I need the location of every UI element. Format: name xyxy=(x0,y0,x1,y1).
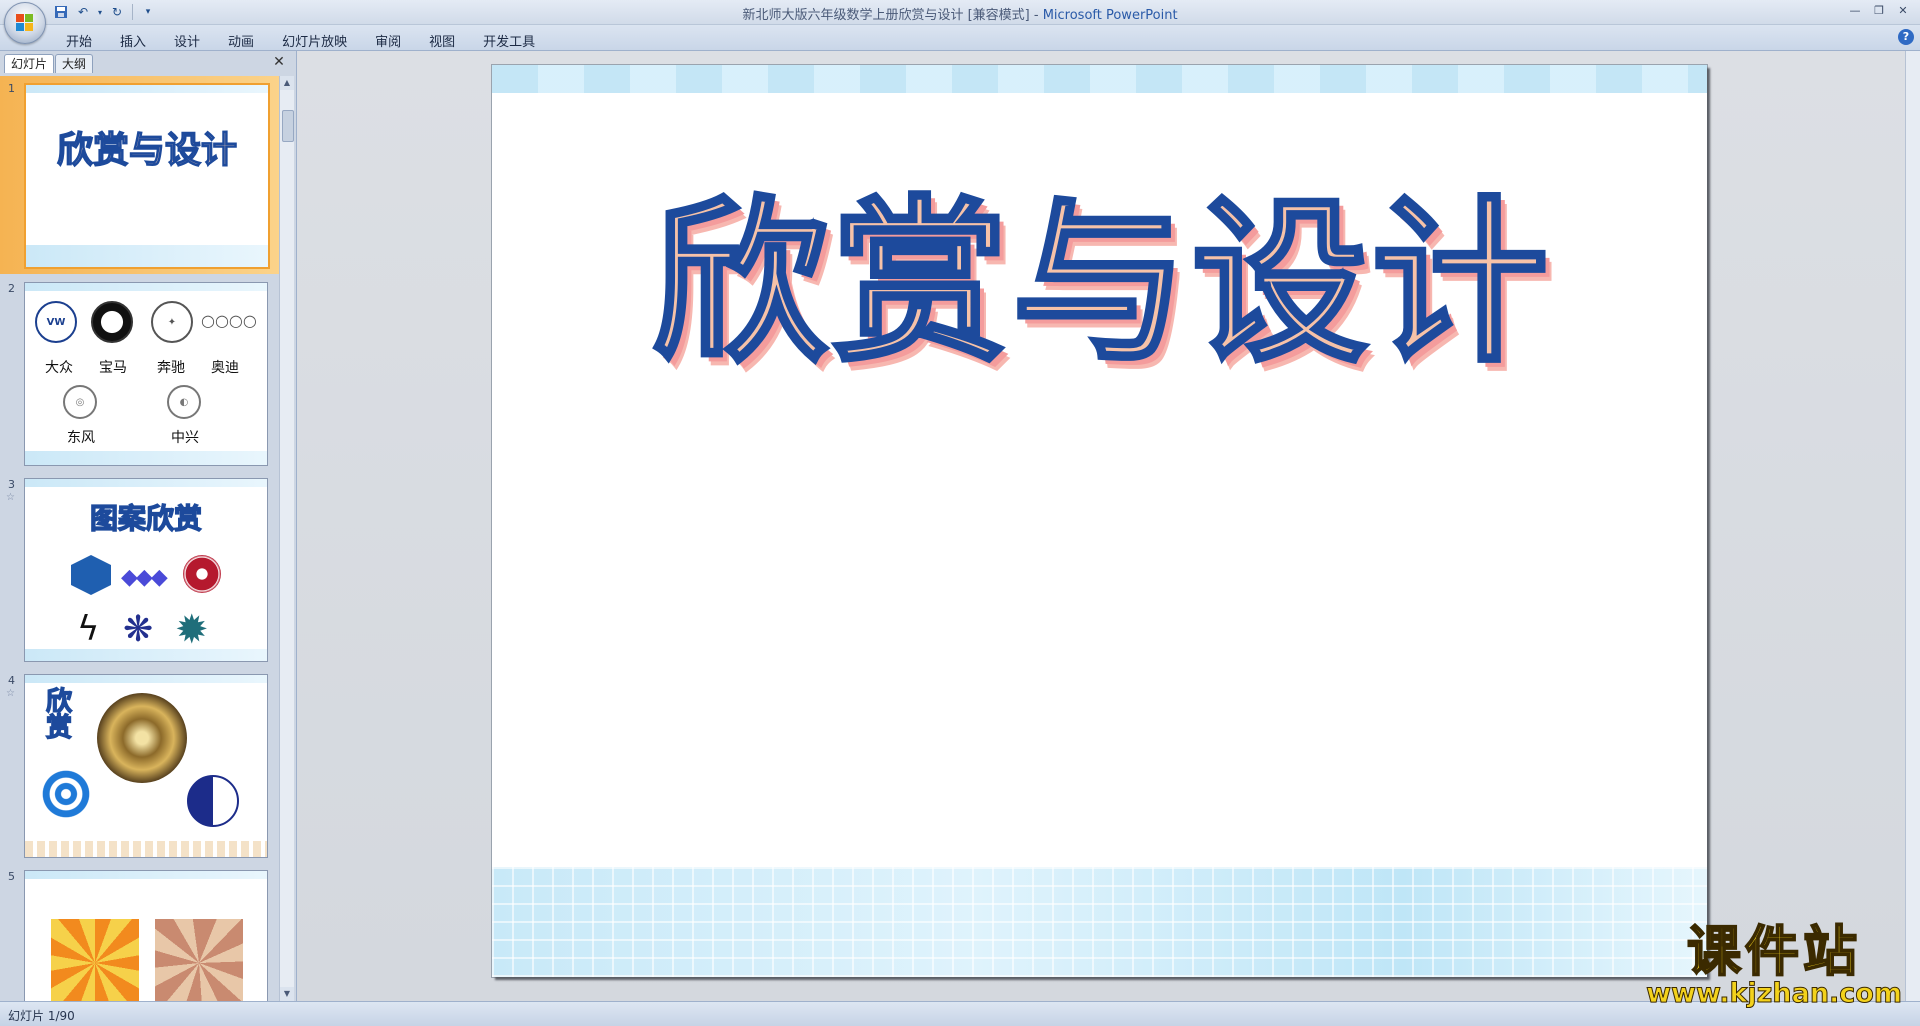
slide-thumbnail-1[interactable]: 欣赏与设计 xyxy=(24,83,270,269)
slide-number: 1 xyxy=(8,82,15,95)
restore-icon[interactable]: ❐ xyxy=(1868,2,1890,18)
zte-logo-icon: ◐ xyxy=(167,385,201,419)
thumb-title: 图案欣赏 xyxy=(89,501,202,535)
thumb-bottom-band xyxy=(25,451,267,465)
thumb-top-band xyxy=(25,871,267,879)
thumb-bottom-band xyxy=(25,649,267,661)
logo-label: 宝马 xyxy=(99,360,127,376)
ribbon-tab-bar: 开始 插入 设计 动画 幻灯片放映 审阅 视图 开发工具 ? xyxy=(0,25,1920,51)
minimize-icon[interactable]: — xyxy=(1844,2,1866,18)
mercedes-logo-icon: ✦ xyxy=(151,301,193,343)
thumb-top-band xyxy=(25,479,267,487)
pattern-tile-image xyxy=(51,919,139,1001)
thumb-title: 欣赏与设计 xyxy=(56,128,237,171)
thumbnail-row-3[interactable]: 3 ☆ 图案欣赏 ◆◆◆ ϟ ❋ ✹ xyxy=(0,472,280,668)
watermark-url: www.kjzhan.com xyxy=(1646,978,1903,1010)
title-separator: - xyxy=(1029,8,1043,23)
slide-thumbnail-5[interactable] xyxy=(24,870,268,1001)
animation-star-icon: ☆ xyxy=(6,492,15,503)
tab-design[interactable]: 设计 xyxy=(160,29,214,52)
thumbnail-row-5[interactable]: 5 xyxy=(0,864,280,1001)
tab-outline[interactable]: 大纲 xyxy=(55,54,94,73)
slide-number: 2 xyxy=(8,282,15,295)
window-controls: — ❐ ✕ xyxy=(1844,2,1914,18)
scroll-thumb[interactable] xyxy=(282,110,294,142)
slide-bottom-band xyxy=(492,867,1707,977)
status-bar: 幻灯片 1/90 xyxy=(0,1001,1920,1026)
thumbnails-scrollbar[interactable]: ▲ ▼ xyxy=(279,76,294,1001)
slide-thumbnail-2[interactable]: VW ✦ ○○○○ 大众 宝马 奔驰 奥迪 ◎ ◐ 东风 中兴 xyxy=(24,282,268,466)
thumbnail-row-4[interactable]: 4 ☆ 欣赏 xyxy=(0,668,280,864)
lightning-icon: ϟ xyxy=(77,609,100,649)
scroll-up-icon[interactable]: ▲ xyxy=(280,76,294,90)
animation-star-icon: ☆ xyxy=(6,688,15,699)
tab-view[interactable]: 视图 xyxy=(415,29,469,52)
tab-slides[interactable]: 幻灯片 xyxy=(4,54,55,73)
help-icon[interactable]: ? xyxy=(1898,29,1914,45)
tab-developer[interactable]: 开发工具 xyxy=(469,29,549,52)
editor-scrollbar[interactable] xyxy=(1905,51,1920,1001)
slide-thumbnails: 1 欣赏与设计 2 VW ✦ ○○○○ 大众 宝马 奔驰 奥迪 ◎ ◐ 东风 中… xyxy=(0,76,280,1001)
thumb-top-band xyxy=(25,675,267,683)
target-pattern-icon xyxy=(39,767,93,821)
thumb-border-strip xyxy=(25,841,267,857)
hex-flower-pattern-icon: ❋ xyxy=(123,609,154,650)
vw-logo-icon: VW xyxy=(35,301,77,343)
window-title: 新北师大版六年级数学上册欣赏与设计 [兼容模式] - Microsoft Pow… xyxy=(0,4,1920,23)
pattern-tile-image xyxy=(155,919,243,1001)
close-icon[interactable]: ✕ xyxy=(1892,2,1914,18)
thumbnail-row-2[interactable]: 2 VW ✦ ○○○○ 大众 宝马 奔驰 奥迪 ◎ ◐ 东风 中兴 xyxy=(0,276,280,472)
slide-number: 4 xyxy=(8,674,15,687)
bmw-logo-icon xyxy=(91,301,133,343)
thumb-title: 欣赏 xyxy=(45,687,72,743)
logo-label: 东风 xyxy=(67,430,95,446)
diamond-pattern-icon: ◆◆◆ xyxy=(121,565,168,590)
slide-number: 5 xyxy=(8,870,15,883)
hexagon-pattern-icon xyxy=(71,555,111,595)
yin-yang-icon xyxy=(187,775,239,827)
mandala-image xyxy=(97,693,187,783)
audi-logo-icon: ○○○○ xyxy=(201,311,257,330)
thumb-top-band xyxy=(26,85,268,93)
tab-animations[interactable]: 动画 xyxy=(214,29,268,52)
thumb-bottom-band xyxy=(26,245,268,267)
thumbnail-row-1[interactable]: 1 欣赏与设计 xyxy=(0,76,280,274)
app-name: Microsoft PowerPoint xyxy=(1042,8,1178,23)
logo-label: 奥迪 xyxy=(211,360,239,376)
close-panel-icon[interactable]: ✕ xyxy=(271,54,287,70)
star-pattern-icon: ✹ xyxy=(175,607,209,653)
logo-label: 大众 xyxy=(45,360,73,376)
slide-editor: 欣赏与设计 xyxy=(297,51,1920,1001)
tab-insert[interactable]: 插入 xyxy=(106,29,160,52)
tab-slide-show[interactable]: 幻灯片放映 xyxy=(268,29,361,52)
slide-thumbnail-4[interactable]: 欣赏 xyxy=(24,674,268,858)
tab-home[interactable]: 开始 xyxy=(52,29,106,52)
office-button-icon xyxy=(16,14,34,32)
document-title: 新北师大版六年级数学上册欣赏与设计 [兼容模式] xyxy=(742,8,1030,23)
title-bar: ↶ ▾ ↻ ▾ 新北师大版六年级数学上册欣赏与设计 [兼容模式] - Micro… xyxy=(0,0,1920,44)
office-button[interactable] xyxy=(4,2,46,44)
logo-label: 中兴 xyxy=(171,430,199,446)
slide-top-band xyxy=(492,65,1707,93)
slide-thumbnail-3[interactable]: 图案欣赏 ◆◆◆ ϟ ❋ ✹ xyxy=(24,478,268,662)
logo-label: 奔驰 xyxy=(157,360,185,376)
watermark-title: 课件站 xyxy=(1686,920,1862,984)
thumb-top-band xyxy=(25,283,267,291)
tab-review[interactable]: 审阅 xyxy=(361,29,415,52)
slide-counter: 幻灯片 1/90 xyxy=(8,1009,75,1023)
slides-panel: 幻灯片 大纲 ✕ 1 欣赏与设计 2 VW ✦ ○○○○ 大众 宝马 奔驰 奥迪… xyxy=(0,51,297,1001)
watermark-logo: 课件站 www.kjzhan.com xyxy=(1646,920,1903,1010)
slide-number: 3 xyxy=(8,478,15,491)
scroll-down-icon[interactable]: ▼ xyxy=(280,987,294,1001)
rosette-pattern-icon xyxy=(183,555,221,593)
slide-title[interactable]: 欣赏与设计 xyxy=(552,193,1652,373)
dongfeng-logo-icon: ◎ xyxy=(63,385,97,419)
current-slide[interactable]: 欣赏与设计 xyxy=(492,65,1707,977)
